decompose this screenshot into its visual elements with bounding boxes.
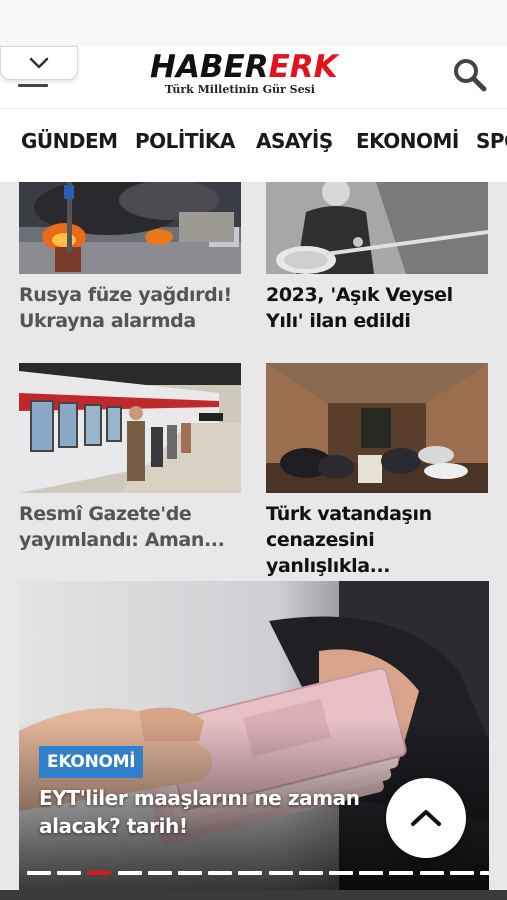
search-icon [454,59,487,92]
slider-dot[interactable] [147,871,172,875]
slider-dot[interactable] [57,871,82,875]
slider-dot[interactable] [268,871,293,875]
news-image-asik-veysel[interactable] [266,182,488,274]
logo-text-haber: HABER [150,49,269,85]
news-image-funeral[interactable] [266,363,488,493]
nav-item-spor[interactable]: SPOR [476,129,507,153]
nav-item-gundem[interactable]: GÜNDEM [21,129,118,153]
news-card[interactable]: Türk vatandaşın cenazesini yanlışlıkla..… [266,363,488,579]
featured-title[interactable]: EYT'liler maaşlarını ne zaman alacak? ta… [39,784,409,840]
menu-toggle-button[interactable] [0,46,78,80]
slider-dot[interactable] [419,871,444,875]
category-nav: GÜNDEM POLİTİKA ASAYİŞ EKONOMİ SPOR [0,108,507,182]
nav-item-asayis[interactable]: ASAYİŞ [256,129,333,153]
site-logo[interactable]: HABERERK Türk Milletinin Gür Sesi [150,49,338,100]
slider-dot[interactable] [208,871,233,875]
news-card[interactable]: Resmî Gazete'de yayımlandı: Aman... [19,363,241,553]
slider-pagination [27,871,489,875]
search-button[interactable] [450,55,490,95]
news-card[interactable]: Rusya füze yağdırdı! Ukrayna alarmda [19,182,241,334]
slider-dot[interactable] [178,871,202,875]
slider-dot[interactable] [87,871,112,875]
news-title[interactable]: Türk vatandaşın cenazesini yanlışlıkla..… [266,501,488,579]
slider-dot[interactable] [359,871,384,875]
news-card[interactable]: 2023, 'Aşık Veysel Yılı' ilan edildi [266,182,488,334]
slider-dot[interactable] [449,871,474,875]
news-image-missile-strike[interactable] [19,182,241,274]
news-image-metro[interactable] [19,363,241,493]
hamburger-icon [18,84,48,87]
system-nav-bar [0,890,507,900]
news-title[interactable]: 2023, 'Aşık Veysel Yılı' ilan edildi [266,282,488,334]
slider-dot[interactable] [329,871,353,875]
nav-item-politika[interactable]: POLİTİKA [135,129,235,153]
logo-tagline: Türk Milletinin Gür Sesi [165,83,315,96]
slider-dot[interactable] [389,871,414,875]
scroll-to-top-button[interactable] [386,778,466,858]
nav-item-ekonomi[interactable]: EKONOMİ [356,129,459,153]
slider-dot[interactable] [298,871,323,875]
news-title[interactable]: Rusya füze yağdırdı! Ukrayna alarmda [19,282,241,334]
slider-dot[interactable] [27,871,51,875]
slider-dot[interactable] [480,871,489,875]
news-title[interactable]: Resmî Gazete'de yayımlandı: Aman... [19,501,241,553]
slider-dot[interactable] [238,871,263,875]
status-strip [0,0,507,46]
chevron-up-icon [411,810,441,826]
category-badge[interactable]: EKONOMİ [39,746,144,778]
chevron-down-icon [29,57,49,69]
logo-text-erk: ERK [268,49,338,85]
slider-dot[interactable] [117,871,142,875]
